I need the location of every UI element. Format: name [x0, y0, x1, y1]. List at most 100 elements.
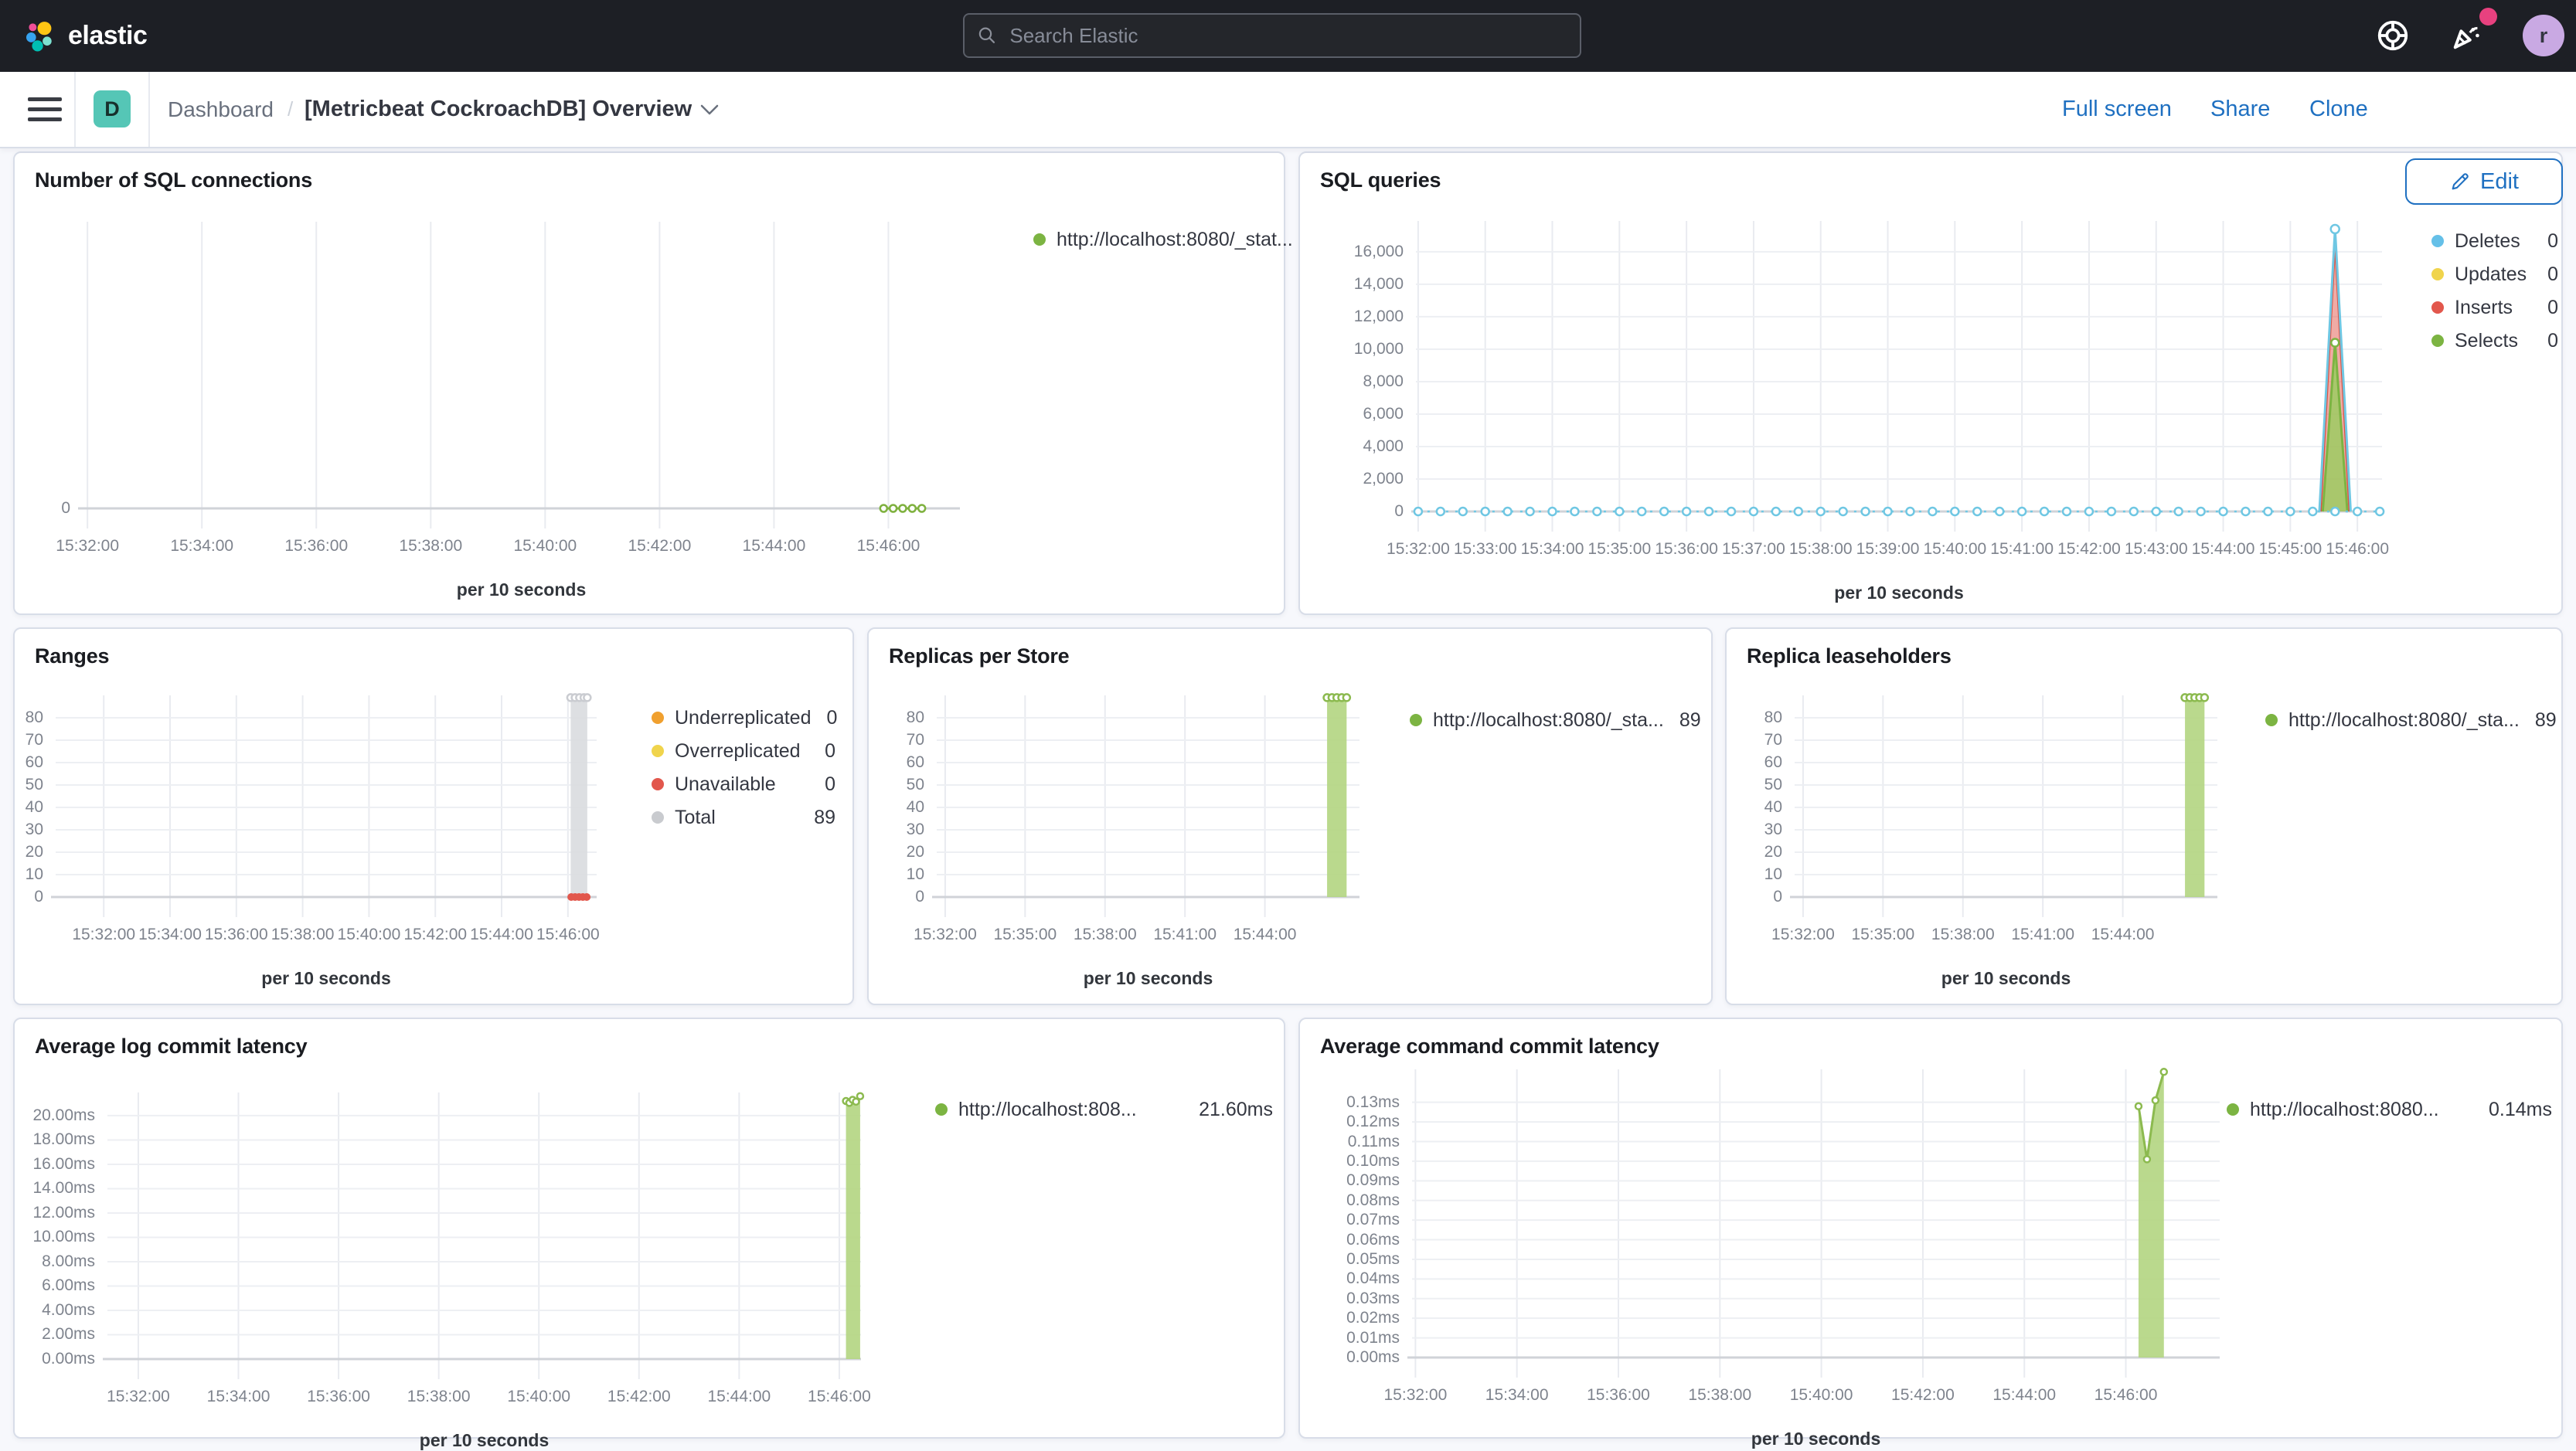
- legend-series-dot: [2431, 235, 2444, 247]
- panel-replica-leaseholders: Replica leaseholders 0 10 20 30 40 50 60 70 80 15:…: [1725, 627, 2563, 1005]
- x-axis-tick-label: 15:46:00: [2326, 540, 2390, 558]
- y-axis-tick-label: 20: [1764, 843, 1782, 861]
- x-axis-title: per 10 seconds: [456, 579, 587, 600]
- x-axis-tick-label: 15:44:00: [2091, 926, 2155, 943]
- chevron-down-icon[interactable]: [699, 72, 720, 147]
- legend-series-dot: [652, 745, 664, 757]
- y-axis-tick-label: 10.00ms: [32, 1228, 95, 1246]
- legend-series-dot: [1410, 714, 1422, 726]
- series-http-localhost-8080-sta-: [2180, 693, 2210, 897]
- y-axis-tick-label: 0.13ms: [1346, 1092, 1400, 1111]
- legend-series-label: http://localhost:8080/_sta...: [1433, 709, 1664, 731]
- elastic-logo-icon: [26, 21, 52, 52]
- edit-button[interactable]: Edit: [2405, 158, 2563, 205]
- y-axis-tick-label: 2,000: [1363, 469, 1404, 488]
- legend-series-value: 21.60ms: [1199, 1098, 1273, 1120]
- global-search[interactable]: [963, 13, 1581, 58]
- y-axis-tick-label: 0.02ms: [1346, 1309, 1400, 1327]
- legend-item[interactable]: Total 89: [652, 804, 835, 831]
- y-axis-tick-label: 14,000: [1353, 274, 1404, 293]
- y-axis-tick-label: 0: [61, 499, 70, 517]
- chart-canvas: [1407, 1068, 2220, 1378]
- x-axis-tick-label: 15:44:00: [1233, 926, 1297, 943]
- legend-series-label: http://localhost:8080/_stat...: [1057, 228, 1293, 250]
- y-axis-tick-label: 8,000: [1363, 372, 1404, 390]
- legend-series-value: 89: [814, 806, 835, 828]
- page-title: [Metricbeat CockroachDB] Overview: [305, 97, 692, 121]
- y-axis-tick-label: 70: [25, 731, 43, 749]
- help-icon[interactable]: [2373, 15, 2413, 56]
- x-axis-title: per 10 seconds: [1834, 583, 1964, 603]
- breadcrumb-bar: D Dashboard / [Metricbeat CockroachDB] O…: [0, 72, 2576, 205]
- series-selects-peak: [2329, 338, 2340, 348]
- clone-button[interactable]: Clone: [2309, 72, 2368, 147]
- legend-series-value: 0: [825, 773, 835, 795]
- legend-item[interactable]: http://localhost:8080/_stat...0: [1033, 226, 1319, 253]
- legend-item[interactable]: http://localhost:808... 21.60ms: [935, 1096, 1273, 1123]
- legend-item[interactable]: Selects 0: [2431, 328, 2558, 354]
- legend-series-dot: [935, 1103, 948, 1116]
- x-axis-title: per 10 seconds: [419, 1430, 550, 1450]
- space-avatar[interactable]: D: [94, 90, 131, 127]
- user-avatar[interactable]: r: [2523, 15, 2564, 56]
- legend-item[interactable]: http://localhost:8080/_sta... 89: [1410, 707, 1701, 733]
- y-axis-tick-label: 0.00ms: [42, 1350, 95, 1368]
- legend-series-value: 0: [2547, 229, 2558, 252]
- x-axis-tick-label: 15:46:00: [2094, 1386, 2158, 1404]
- legend-series-value: 89: [2534, 709, 2557, 731]
- menu-icon[interactable]: [28, 92, 63, 126]
- search-input[interactable]: [1008, 22, 1567, 49]
- y-axis-tick-label: 0.07ms: [1346, 1211, 1400, 1229]
- y-axis-tick-label: 4.00ms: [42, 1300, 95, 1319]
- series-total: [566, 693, 592, 897]
- legend-series-dot: [652, 778, 664, 790]
- x-axis-title: per 10 seconds: [1941, 968, 2071, 988]
- y-axis-tick-label: 50: [906, 776, 924, 793]
- chart-canvas: [932, 693, 1359, 917]
- legend-series-label: Underreplicated: [675, 706, 812, 729]
- y-axis-tick-label: 10: [1764, 865, 1782, 883]
- y-axis-tick-label: 4,000: [1363, 437, 1404, 455]
- panel-average-command-commit-latency: Average command commit latency 0.00ms 0.01…: [1298, 1018, 2563, 1449]
- global-header: elastic r: [0, 0, 2576, 72]
- y-axis-tick-label: 80: [25, 709, 43, 726]
- series-http-localhost-8080-: [2134, 1068, 2169, 1358]
- legend-item[interactable]: Unavailable 0: [652, 771, 835, 797]
- divider: [74, 72, 76, 147]
- legend-series-label: Selects: [2455, 329, 2518, 352]
- series-unavailable: [567, 893, 591, 901]
- legend-item[interactable]: Deletes 0: [2431, 228, 2558, 254]
- full-screen-button[interactable]: Full screen: [2062, 72, 2172, 147]
- legend-item[interactable]: Overreplicated 0: [652, 738, 835, 764]
- legend-series-dot: [2431, 301, 2444, 314]
- panel-ranges: Ranges 0 10 20 30 40 50 60 70 80 15:32:00 15:34:00 1…: [13, 627, 854, 1005]
- legend-item[interactable]: http://localhost:8080/_sta... 89: [2265, 707, 2557, 733]
- legend-item[interactable]: Underreplicated 0: [652, 705, 837, 731]
- y-axis-tick-label: 0.04ms: [1346, 1269, 1400, 1288]
- y-axis-tick-label: 2.00ms: [42, 1325, 95, 1344]
- y-axis-tick-label: 12,000: [1353, 307, 1404, 325]
- legend-series-label: http://localhost:808...: [958, 1098, 1137, 1120]
- y-axis-tick-label: 0: [1394, 502, 1404, 520]
- legend-series-label: Unavailable: [675, 773, 776, 795]
- legend-series-label: Overreplicated: [675, 739, 801, 762]
- series-http-localhost-8080-sta-: [1322, 693, 1352, 897]
- share-button[interactable]: Share: [2210, 72, 2270, 147]
- chart-canvas: [1790, 693, 2217, 917]
- breadcrumb-dashboard-link[interactable]: Dashboard: [168, 72, 274, 147]
- y-axis-tick-label: 0: [1773, 888, 1782, 906]
- legend-item[interactable]: Updates 0: [2431, 261, 2558, 287]
- legend-series-value: 0: [2547, 296, 2558, 318]
- series-deletes-peak: [2329, 223, 2340, 235]
- legend-series-dot: [1033, 233, 1046, 246]
- elastic-home-link[interactable]: elastic: [23, 0, 148, 72]
- series-http-localhost-8080-stat-: [879, 504, 927, 513]
- x-axis-tick-label: 15:46:00: [856, 537, 920, 555]
- legend-item[interactable]: http://localhost:8080... 0.14ms: [2227, 1096, 2552, 1123]
- panel-sql-queries: SQL queries 0 2,000 4,000 6,000 8,000 10,000 12…: [1298, 151, 2563, 615]
- x-axis-tick-label: 15:46:00: [808, 1388, 871, 1405]
- y-axis-tick-label: 60: [906, 753, 924, 771]
- y-axis-tick-label: 30: [25, 821, 43, 838]
- legend-item[interactable]: Inserts 0: [2431, 294, 2558, 321]
- y-axis-tick-label: 8.00ms: [42, 1252, 95, 1270]
